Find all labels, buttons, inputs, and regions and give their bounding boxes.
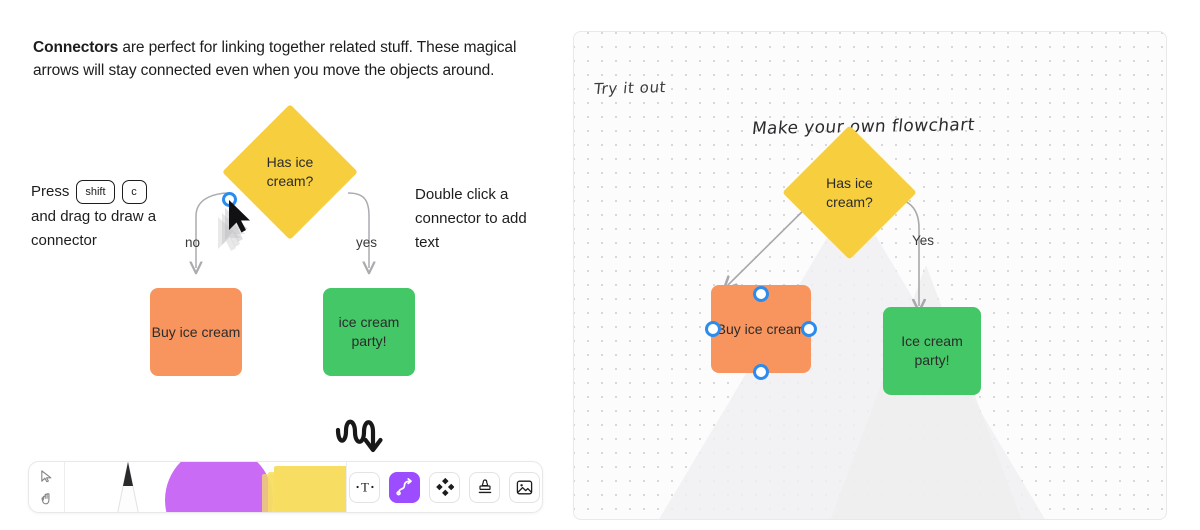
toolbar-nav-group[interactable] [29, 462, 65, 512]
cursor-arrow-icon [218, 200, 250, 251]
hand-pan-icon[interactable] [39, 491, 54, 506]
shape-circle-icon[interactable] [165, 462, 273, 512]
text-tool-icon: T [356, 480, 373, 495]
stamp-tool-icon [478, 479, 491, 494]
connector-tool[interactable] [389, 471, 420, 503]
canvas-node-ice-cream-party[interactable] [883, 307, 981, 395]
left-explanation-panel: Connectors are perfect for linking toget… [0, 0, 560, 530]
intro-lead: Connectors [33, 39, 119, 56]
edge-label-no: no [185, 235, 201, 250]
image-tool-icon [516, 480, 533, 494]
stamp-tool[interactable] [469, 471, 500, 503]
edge-label-yes: yes [356, 235, 378, 250]
canvas-flowchart-edges [574, 196, 1167, 520]
pen-icon[interactable] [111, 462, 145, 512]
intro-paragraph: Connectors are perfect for linking toget… [33, 36, 533, 82]
node-buy-ice-cream [150, 288, 242, 376]
handle-top[interactable] [753, 286, 769, 302]
image-tool[interactable] [509, 471, 540, 503]
key-shift: shift [76, 180, 115, 204]
handle-left[interactable] [705, 321, 721, 337]
text-tool[interactable]: T [349, 471, 380, 503]
interactive-canvas-panel[interactable]: Try it out Make your own flowchart Has i… [573, 31, 1167, 520]
canvas-edge-label-yes: Yes [912, 233, 935, 248]
sticky-note-front[interactable] [274, 466, 346, 512]
connector-tool-icon [395, 478, 412, 496]
editor-toolbar[interactable]: T [28, 461, 543, 513]
cursor-select-icon[interactable] [39, 469, 54, 484]
squiggly-arrow-icon [335, 419, 383, 453]
svg-text:T: T [361, 480, 369, 495]
shapes-tool[interactable] [429, 471, 460, 503]
handle-right[interactable] [801, 321, 817, 337]
left-flowchart-illustration: Has ice cream? no yes Buy ice cream ice … [130, 104, 450, 390]
toolbar-actions-group[interactable]: T [347, 462, 542, 512]
shapes-tool-icon [436, 477, 454, 496]
toolbar-draw-group[interactable] [65, 462, 347, 512]
handle-bottom[interactable] [753, 364, 769, 380]
canvas-flowchart[interactable]: Has ice cream? Yes Buy ice cream Ice cre… [574, 32, 1167, 520]
node-ice-cream-party [323, 288, 415, 376]
press-label: Press [31, 183, 70, 200]
